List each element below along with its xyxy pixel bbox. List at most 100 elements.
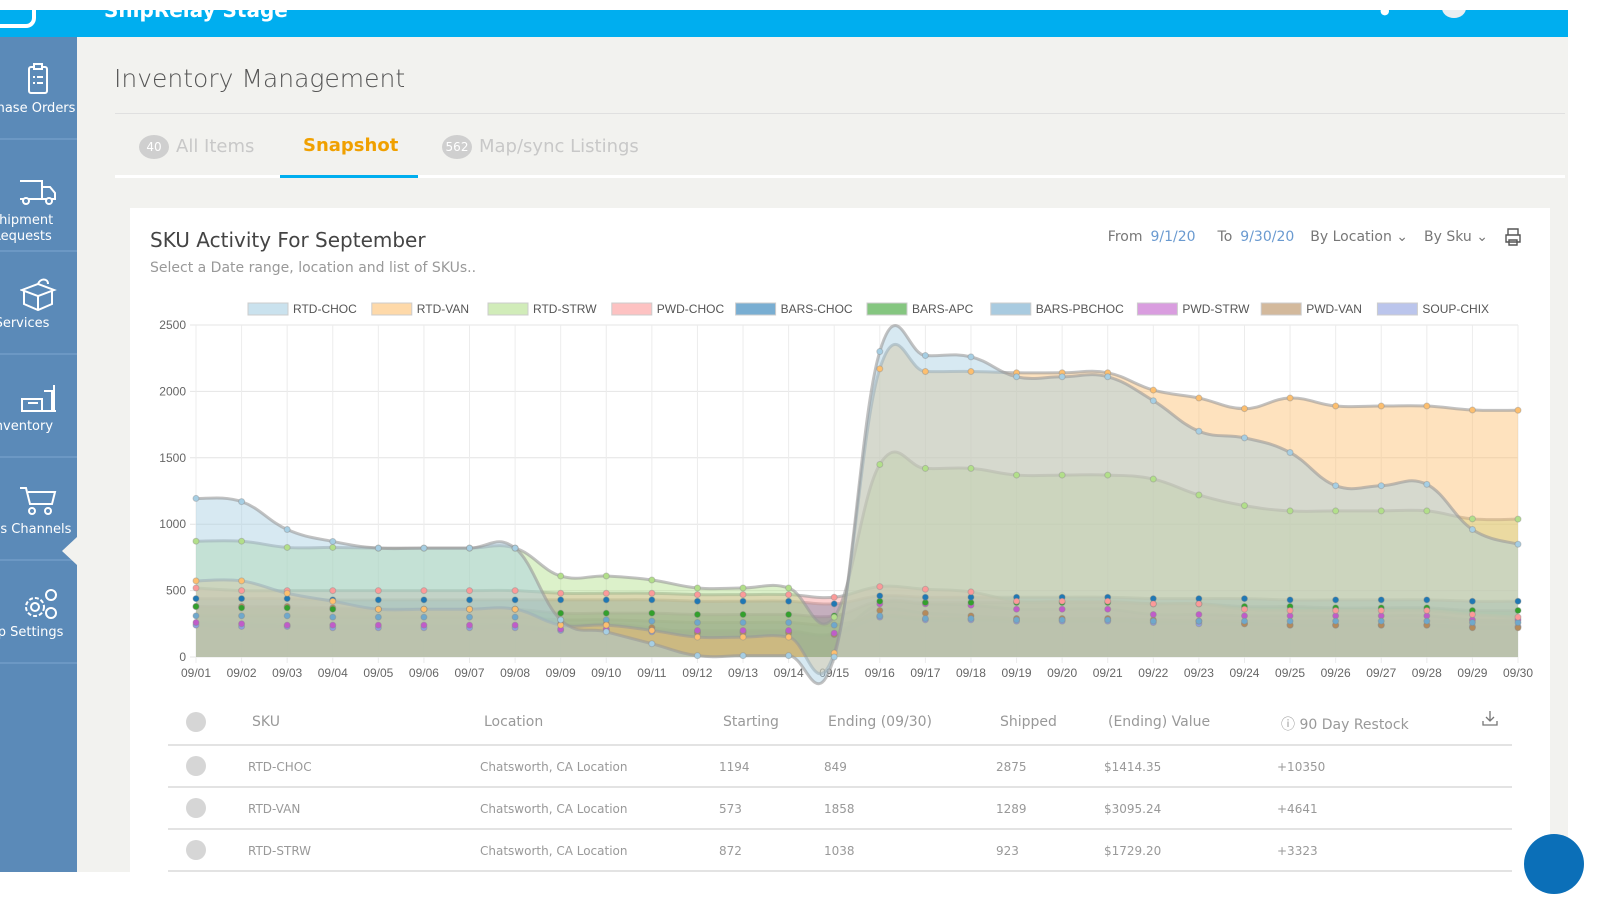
data-point-rtd-van (602, 621, 610, 629)
table-row[interactable]: RTD-VAN Chatsworth, CA Location 573 1858 128… (168, 788, 1512, 830)
cell-3: 849 (824, 760, 847, 774)
row-checkbox[interactable] (186, 756, 206, 776)
data-point-rtd-strw (739, 584, 747, 592)
data-point-bars-choc (1514, 597, 1522, 605)
data-point-pwd-choc (830, 593, 838, 601)
data-point-rtd-strw (1377, 507, 1385, 515)
data-point-pwd-choc (557, 589, 565, 597)
legend-swatch (735, 302, 777, 316)
x-tick-label: 09/02 (227, 666, 257, 680)
data-point-pwd-choc (648, 589, 656, 597)
data-point-pwd-strw (192, 618, 200, 626)
data-point-bars-pbchoc (238, 612, 246, 620)
data-point-pwd-choc (1423, 607, 1431, 615)
header-value[interactable]: (Ending) Value (1108, 714, 1210, 730)
data-point-rtd-strw (1013, 471, 1021, 479)
data-point-bars-choc (830, 600, 838, 608)
data-point-bars-choc (739, 597, 747, 605)
data-point-pwd-strw (830, 629, 838, 637)
x-tick-label: 09/24 (1229, 666, 1259, 680)
data-point-bars-apc (602, 609, 610, 617)
data-point-bars-pbchoc (1104, 616, 1112, 624)
data-point-pwd-strw (283, 621, 291, 629)
avatar[interactable] (1442, 10, 1466, 18)
x-tick-label: 09/30 (1503, 666, 1533, 680)
help-icon[interactable]: ⓘ (1281, 717, 1295, 733)
data-point-rtd-strw (1240, 502, 1248, 510)
data-point-rtd-strw (921, 464, 929, 472)
sidebar-item-shipment-requests[interactable]: Shipment Requests (0, 149, 77, 252)
header-restock[interactable]: ⓘ 90 Day Restock (1281, 714, 1409, 734)
data-point-rtd-choc (192, 494, 200, 502)
data-point-pwd-choc (602, 589, 610, 597)
sidebar-item-app-settings[interactable]: App Settings (0, 561, 77, 664)
header-sku[interactable]: SKU (252, 714, 280, 730)
data-point-bars-pbchoc (648, 617, 656, 625)
table-header: SKU Location Starting Ending (09/30) Shi… (168, 698, 1512, 746)
data-point-bars-pbchoc (830, 621, 838, 629)
table-row[interactable]: RTD-CHOC Chatsworth, CA Location 1194 849 28… (168, 746, 1512, 788)
select-all-checkbox[interactable] (186, 712, 206, 732)
tab-all-items[interactable]: 40 All Items (139, 135, 254, 159)
data-point-bars-choc (511, 596, 519, 604)
data-point-rtd-choc (420, 544, 428, 552)
data-point-bars-choc (374, 596, 382, 604)
data-point-pwd-choc (1240, 605, 1248, 613)
data-point-pwd-strw (785, 626, 793, 634)
y-tick-label: 1000 (159, 517, 186, 531)
data-point-rtd-choc (967, 353, 975, 361)
data-point-rtd-van (1286, 394, 1294, 402)
gears-icon (25, 589, 57, 619)
x-tick-label: 09/11 (637, 666, 666, 680)
data-point-pwd-strw (1149, 611, 1157, 619)
data-point-bars-choc (921, 593, 929, 601)
download-icon[interactable] (1482, 710, 1498, 726)
sidebar-item-services[interactable]: Services (0, 252, 77, 355)
header-ending[interactable]: Ending (09/30) (828, 714, 932, 730)
data-point-bars-choc (1286, 596, 1294, 604)
row-checkbox[interactable] (186, 798, 206, 818)
sidebar-item-purchase-orders[interactable]: Purchase Orders (0, 37, 77, 140)
header-shipped[interactable]: Shipped (1000, 714, 1057, 730)
data-point-bars-pbchoc (967, 614, 975, 622)
legend-swatch (487, 302, 529, 316)
data-point-rtd-choc (1149, 397, 1157, 405)
logo-icon[interactable] (0, 10, 36, 28)
data-point-rtd-strw (192, 537, 200, 545)
top-bar: ShipRelay Stage ● (0, 10, 1568, 37)
data-point-pwd-choc (1468, 611, 1476, 619)
data-point-rtd-choc (283, 526, 291, 534)
scrollbar-area (1568, 10, 1600, 872)
sku-table: SKU Location Starting Ending (09/30) Shi… (168, 698, 1512, 872)
header-starting[interactable]: Starting (723, 714, 779, 730)
tab-map-sync-listings[interactable]: 562 Map/sync Listings (442, 135, 639, 159)
sidebar-item-inventory[interactable]: Inventory (0, 355, 77, 458)
data-point-rtd-choc (1468, 526, 1476, 534)
cell-0: RTD-CHOC (248, 760, 312, 774)
y-tick-label: 500 (166, 584, 186, 598)
data-point-bars-pbchoc (876, 612, 884, 620)
legend-label: PWD-CHOC (657, 302, 725, 316)
data-point-rtd-choc (1104, 373, 1112, 381)
tab-snapshot[interactable]: Snapshot (303, 135, 398, 156)
data-point-pwd-choc (739, 591, 747, 599)
cell-4: 1289 (996, 802, 1027, 816)
bell-icon[interactable]: ● (1380, 10, 1390, 17)
data-point-rtd-choc (1058, 373, 1066, 381)
header-location[interactable]: Location (484, 714, 543, 730)
y-tick-label: 1500 (159, 451, 186, 465)
data-point-rtd-van (1332, 402, 1340, 410)
data-point-rtd-strw (967, 464, 975, 472)
x-tick-label: 09/28 (1412, 666, 1442, 680)
data-point-rtd-strw (602, 572, 610, 580)
cell-0: RTD-VAN (248, 802, 301, 816)
legend-swatch (247, 302, 289, 316)
legend-swatch (1260, 302, 1302, 316)
chat-widget-button[interactable] (1524, 834, 1584, 894)
data-point-rtd-van (1195, 394, 1203, 402)
table-row[interactable]: RTD-STRW Chatsworth, CA Location 872 1038 92… (168, 830, 1512, 872)
row-checkbox[interactable] (186, 840, 206, 860)
legend-swatch (1136, 302, 1178, 316)
x-tick-label: 09/21 (1093, 666, 1123, 680)
data-point-pwd-choc (1514, 613, 1522, 621)
